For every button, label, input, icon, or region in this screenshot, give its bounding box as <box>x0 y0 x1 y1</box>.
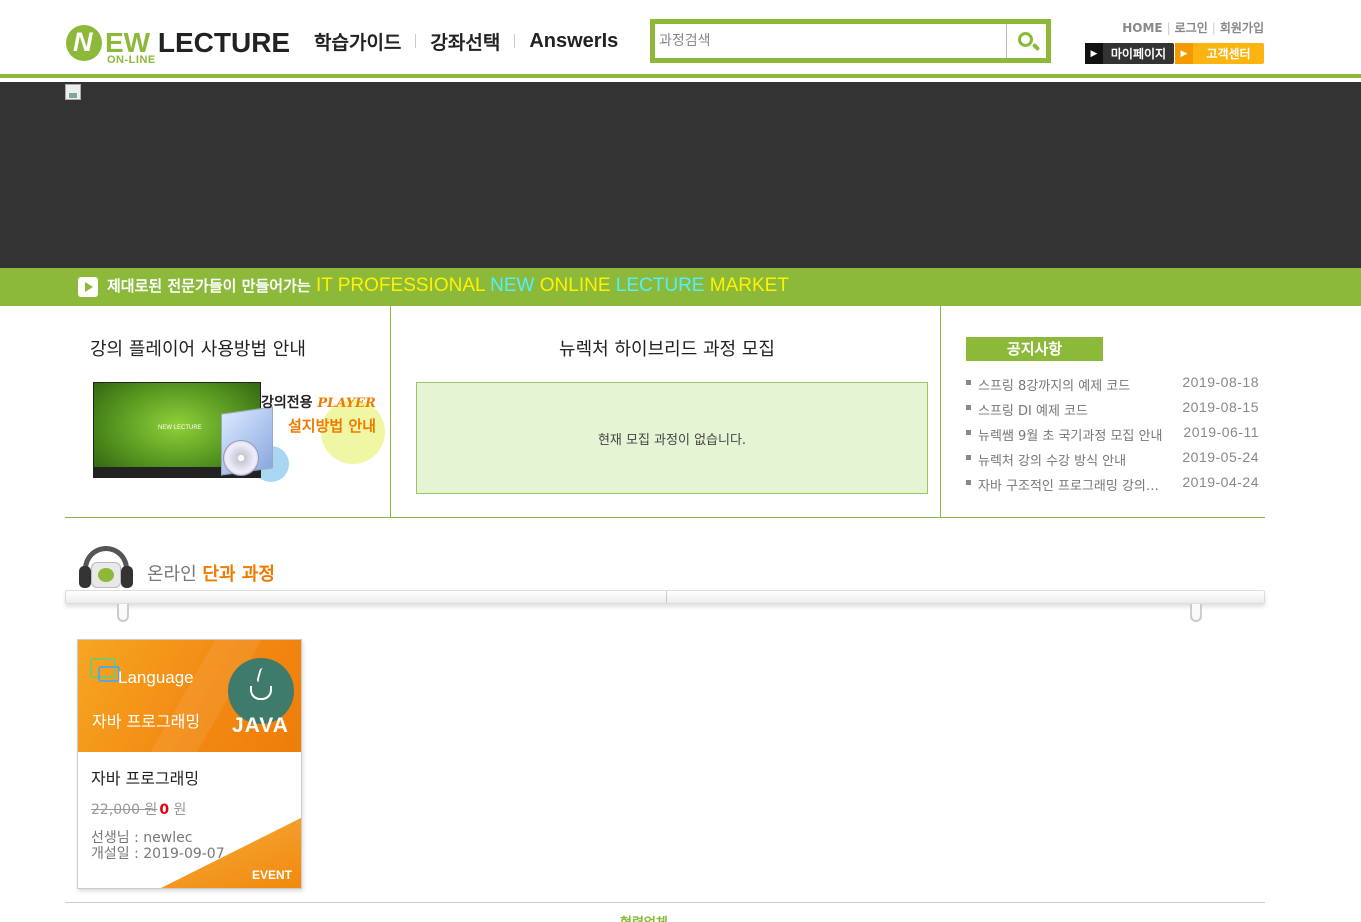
utility-links: HOME | 로그인 | 회원가입 <box>1122 19 1264 36</box>
banner-heading: 강의전용 PLAYER <box>261 395 376 411</box>
notice-item: 뉴렉쌤 9월 초 국기과정 모집 안내 2019-06-11 <box>966 422 1261 447</box>
notice-link[interactable]: 자바 구조적인 프로그래밍 강의 예제 파일 <box>978 475 1163 494</box>
course-opened-date: 개설일 : 2019-09-07 <box>91 846 225 862</box>
home-link[interactable]: HOME <box>1122 21 1162 35</box>
column-divider <box>390 306 391 517</box>
search-icon-handle <box>1031 42 1041 52</box>
course-teacher: 선생님 : newlec <box>91 830 193 846</box>
play-arrow-icon: ▶ <box>1175 43 1193 64</box>
thumb-language: Language <box>118 668 194 687</box>
bullet-icon <box>966 455 971 460</box>
nav-answeris[interactable]: AnswerIs <box>515 30 632 53</box>
slogan-text: 제대로된 전문가들이 만들어가는 IT PROFESSIONAL NEW ONL… <box>107 275 789 296</box>
notice-link[interactable]: 뉴렉처 강의 수강 방식 안내 <box>978 450 1163 469</box>
notice-title[interactable]: 공지사항 <box>966 337 1103 361</box>
event-badge: EVENT <box>251 868 292 882</box>
notice-date: 2019-08-18 <box>1182 374 1259 390</box>
course-price: 22,000 원0 원 <box>91 802 187 818</box>
notice-date: 2019-04-24 <box>1182 474 1259 490</box>
slogan-bar: 제대로된 전문가들이 만들어가는 IT PROFESSIONAL NEW ONL… <box>0 268 1361 306</box>
course-card[interactable]: Language 자바 프로그래밍 JAVA 자바 프로그래밍 22,000 원… <box>77 639 302 889</box>
notice-date: 2019-06-11 <box>1183 424 1259 440</box>
course-title[interactable]: 자바 프로그래밍 <box>91 765 199 789</box>
notice-item: 자바 구조적인 프로그래밍 강의 예제 파일 2019-04-24 <box>966 472 1261 497</box>
online-course-header: 온라인 단과 과정 <box>65 540 1265 626</box>
shelf-divider <box>65 590 1265 604</box>
bullet-icon <box>966 430 971 435</box>
notice-link[interactable]: 스프링 DI 예제 코드 <box>978 400 1163 419</box>
support-label: 고객센터 <box>1206 47 1251 61</box>
thumb-java: JAVA <box>232 714 289 737</box>
info-section: 강의 플레이어 사용방법 안내 NEW LECTURE 강의전용 PLAYER … <box>65 306 1265 518</box>
thumb-title: 자바 프로그래밍 <box>92 712 201 731</box>
recruit-title: 뉴렉처 하이브리드 과정 모집 <box>559 339 775 360</box>
course-meta: 선생님 : newlec 개설일 : 2019-09-07 <box>91 830 225 862</box>
util-divider: | <box>1211 20 1216 35</box>
search-input[interactable] <box>659 28 1004 54</box>
notice-item: 스프링 8강까지의 예제 코드 2019-08-18 <box>966 372 1261 397</box>
shelf-peg <box>1190 604 1202 622</box>
banner-subheading: 설지방법 안내 <box>288 417 377 435</box>
recruit-empty-box: 현재 모집 과정이 없습니다. <box>416 382 928 494</box>
course-thumbnail[interactable]: Language 자바 프로그래밍 JAVA <box>78 640 301 752</box>
section-title: 온라인 단과 과정 <box>147 564 275 585</box>
notice-date: 2019-08-15 <box>1182 399 1259 415</box>
bullet-icon <box>966 405 971 410</box>
header: N EW LECTURE ON-LINE 학습가이드 강좌선택 AnswerIs… <box>0 0 1361 78</box>
play-arrow-icon: ▶ <box>1085 43 1103 64</box>
headphone-tv-icon <box>79 546 133 592</box>
search-button[interactable] <box>1006 24 1046 58</box>
join-link[interactable]: 회원가입 <box>1220 19 1264 36</box>
notice-item: 스프링 DI 예제 코드 2019-08-15 <box>966 397 1261 422</box>
player-guide-title: 강의 플레이어 사용방법 안내 <box>90 339 306 360</box>
broken-image-icon <box>65 84 85 102</box>
partner-link[interactable]: 협력업체 <box>620 912 668 922</box>
play-icon <box>78 277 98 297</box>
support-button[interactable]: ▶ 고객센터 <box>1175 43 1264 64</box>
bullet-icon <box>966 480 971 485</box>
nav-learning-guide[interactable]: 학습가이드 <box>300 28 415 55</box>
search-icon <box>1018 32 1033 47</box>
site-logo[interactable]: N EW LECTURE ON-LINE <box>66 22 291 68</box>
member-buttons: ▶ 마이페이지 ▶ 고객센터 <box>1085 43 1264 64</box>
footer-divider <box>65 902 1265 903</box>
main-nav: 학습가이드 강좌선택 AnswerIs <box>300 26 632 56</box>
notice-link[interactable]: 스프링 8강까지의 예제 코드 <box>978 375 1163 394</box>
player-guide-banner[interactable]: NEW LECTURE 강의전용 PLAYER 설지방법 안내 <box>93 382 389 482</box>
shelf-peg <box>117 604 129 622</box>
logo-mark: N <box>66 25 102 61</box>
util-divider: | <box>1166 20 1171 35</box>
bullet-icon <box>966 380 971 385</box>
nav-course-select[interactable]: 강좌선택 <box>416 28 514 55</box>
notice-list: 스프링 8강까지의 예제 코드 2019-08-18 스프링 DI 예제 코드 20… <box>966 372 1261 497</box>
logo-subtitle: ON-LINE <box>107 54 156 66</box>
notice-link[interactable]: 뉴렉쌤 9월 초 국기과정 모집 안내 <box>978 425 1163 444</box>
notice-item: 뉴렉처 강의 수강 방식 안내 2019-05-24 <box>966 447 1261 472</box>
main-visual <box>0 82 1361 268</box>
chat-bubble-icon <box>98 666 120 682</box>
search-box <box>650 19 1051 63</box>
page-root: N EW LECTURE ON-LINE 학습가이드 강좌선택 AnswerIs… <box>0 0 1361 922</box>
mypage-label: 마이페이지 <box>1110 47 1167 61</box>
login-link[interactable]: 로그인 <box>1175 19 1208 36</box>
notice-date: 2019-05-24 <box>1182 449 1259 465</box>
mypage-button[interactable]: ▶ 마이페이지 <box>1085 43 1174 64</box>
cd-icon <box>223 440 259 476</box>
